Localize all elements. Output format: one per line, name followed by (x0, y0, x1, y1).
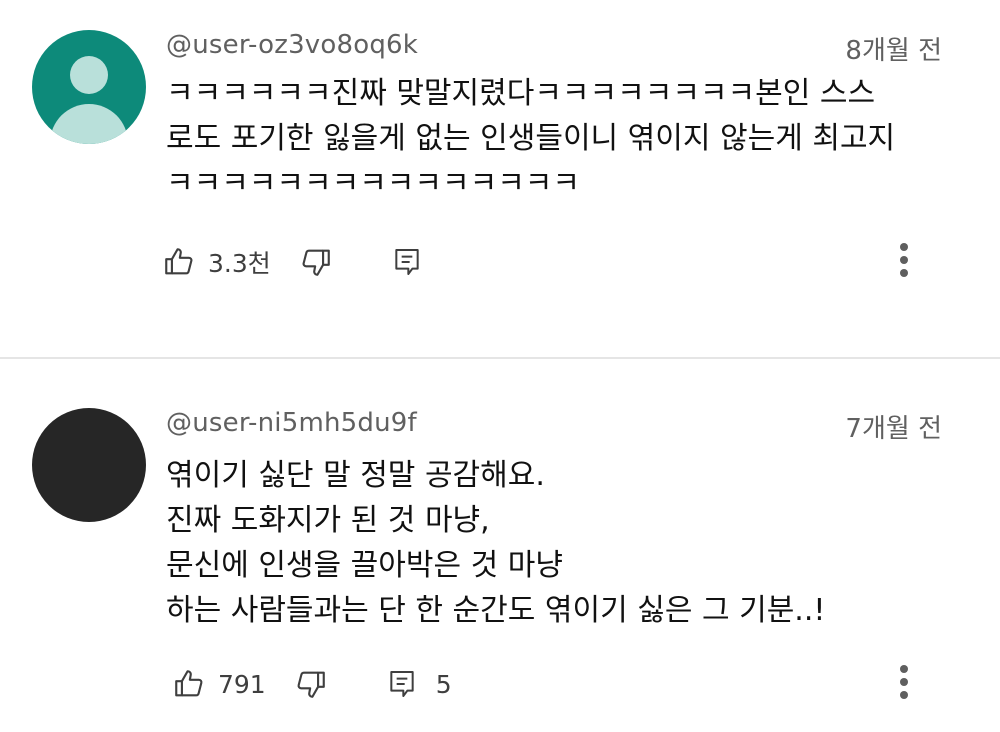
comment-actions: 3.3천 (162, 242, 423, 282)
comment-author-handle[interactable]: @user-ni5mh5du9f (166, 408, 417, 438)
like-button[interactable]: 3.3천 (162, 244, 271, 280)
comment-text-line: 엮이기 싫단 말 정말 공감해요. (166, 458, 545, 493)
comment-text: ㅋㅋㅋㅋㅋㅋ진짜 맞말지렸다ㅋㅋㅋㅋㅋㅋㅋㅋ본인 스스 로도 포기한 잃을게 없… (166, 71, 966, 206)
more-vert-icon (900, 243, 908, 251)
comment-text: 엮이기 싫단 말 정말 공감해요. 진짜 도화지가 된 것 마냥, 문신에 인생… (166, 453, 966, 633)
avatar-head-shape (70, 56, 108, 94)
comment-icon (386, 667, 418, 701)
thumbs-up-icon (162, 245, 196, 279)
comment-text-line: 진짜 도화지가 된 것 마냥, (166, 503, 490, 538)
avatar-body-shape (50, 104, 128, 144)
dislike-button[interactable] (299, 245, 333, 279)
more-vert-icon-dot (900, 691, 908, 699)
more-options-button[interactable] (892, 240, 916, 280)
comment-icon (391, 245, 423, 279)
reply-count: 5 (435, 669, 452, 699)
like-count: 791 (218, 669, 266, 699)
comment-text-line: ㅋㅋㅋㅋㅋㅋ진짜 맞말지렸다ㅋㅋㅋㅋㅋㅋㅋㅋ본인 스스 (166, 76, 876, 111)
comment-actions: 791 5 (162, 664, 452, 704)
more-options-button[interactable] (892, 662, 916, 702)
comment-author-handle[interactable]: @user-oz3vo8oq6k (166, 30, 418, 60)
more-vert-icon-dot (900, 256, 908, 264)
like-count: 3.3천 (208, 249, 271, 278)
reply-button[interactable] (391, 245, 423, 279)
thumbs-up-icon (172, 667, 206, 701)
comment-time[interactable]: 7개월 전 (845, 408, 942, 445)
reply-button[interactable]: 5 (386, 667, 452, 701)
comment-divider (0, 357, 1000, 359)
like-button[interactable]: 791 (172, 667, 266, 701)
dislike-button[interactable] (294, 667, 328, 701)
comment-2: @user-ni5mh5du9f 7개월 전 엮이기 싫단 말 정말 공감해요.… (0, 360, 1000, 732)
comment-text-line: 로도 포기한 잃을게 없는 인생들이니 엮이지 않는게 최고지 (166, 121, 896, 156)
comment-1: @user-oz3vo8oq6k 8개월 전 ㅋㅋㅋㅋㅋㅋ진짜 맞말지렸다ㅋㅋㅋ… (0, 0, 1000, 358)
avatar[interactable] (32, 30, 146, 144)
comment-text-line: 하는 사람들과는 단 한 순간도 엮이기 싫은 그 기분..! (166, 593, 826, 628)
thumbs-down-icon (299, 245, 333, 279)
comment-text-line: 문신에 인생을 끌아박은 것 마냥 (166, 548, 563, 583)
more-vert-icon (900, 665, 908, 673)
comment-text-line: ㅋㅋㅋㅋㅋㅋㅋㅋㅋㅋㅋㅋㅋㅋㅋ (166, 166, 580, 201)
thumbs-down-icon (294, 667, 328, 701)
more-vert-icon-dot (900, 269, 908, 277)
more-vert-icon-dot (900, 678, 908, 686)
avatar[interactable] (32, 408, 146, 522)
comment-time[interactable]: 8개월 전 (845, 30, 942, 67)
